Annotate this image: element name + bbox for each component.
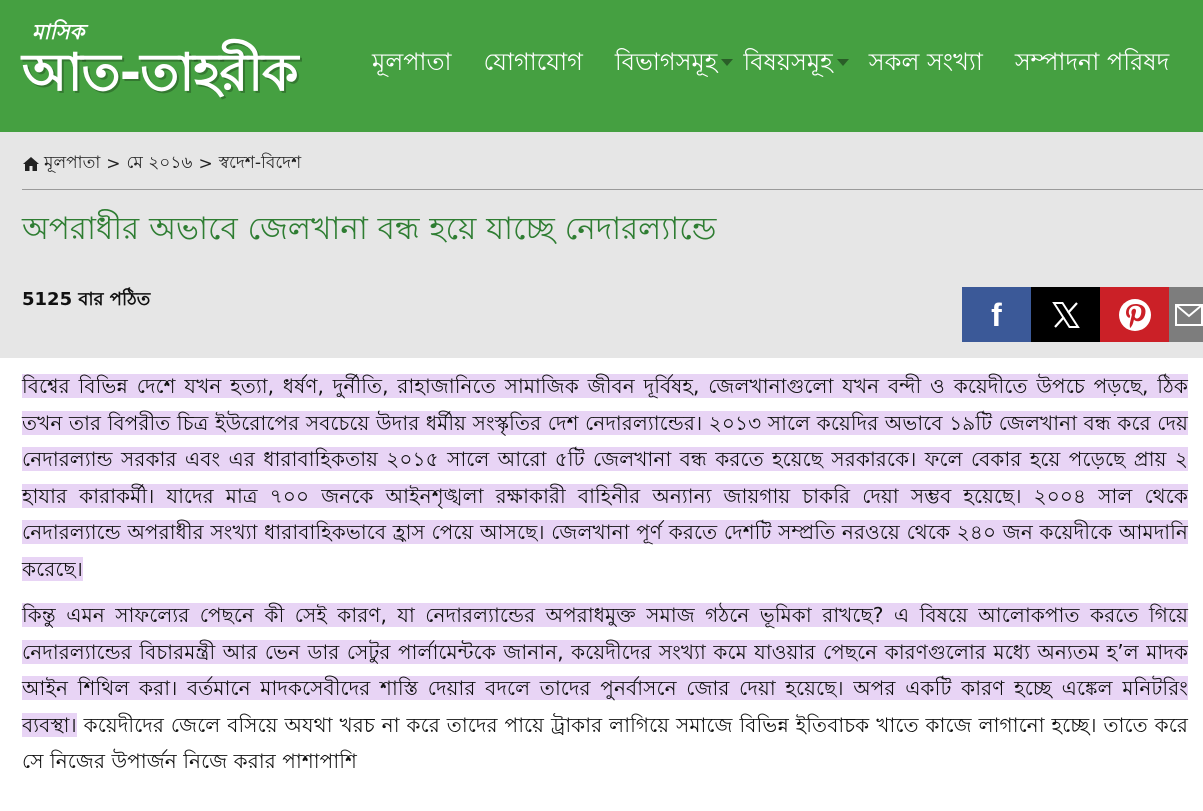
nav-item-contact[interactable]: যোগাযোগ — [483, 44, 582, 80]
nav-item-label: যোগাযোগ — [483, 48, 583, 76]
nav-item-label: বিষয়সমূহ — [743, 48, 833, 76]
share-pinterest-button[interactable] — [1100, 287, 1169, 342]
share-x-button[interactable] — [1031, 287, 1100, 342]
article-text: কয়েদীদের জেলে বসিয়ে অযথা খরচ না করে তা… — [22, 712, 1188, 774]
breadcrumb: মূলপাতা > মে ২০১৬ > স্বদেশ-বিদেশ — [22, 150, 301, 178]
nav-item-editorial-board[interactable]: সম্পাদনা পরিষদ — [1015, 44, 1169, 80]
article-title: অপরাধীর অভাবে জেলখানা বন্ধ হয়ে যাচ্ছে ন… — [22, 211, 717, 247]
breadcrumb-issue-link[interactable]: মে ২০১৬ — [127, 150, 193, 178]
breadcrumb-divider — [22, 189, 1203, 190]
breadcrumb-separator: > — [106, 154, 121, 174]
nav-item-sections[interactable]: বিভাগসমূহ — [615, 44, 734, 80]
caret-down-icon — [836, 58, 849, 66]
article-body: বিশ্বের বিভিন্ন দেশে যখন হত্যা, ধর্ষণ, দ… — [22, 368, 1188, 790]
site-header: মাসিক আত-তাহরীক মূলপাতা যোগাযোগ বিভাগসমূ… — [0, 0, 1203, 132]
facebook-icon: f — [991, 296, 1002, 333]
pinterest-icon — [1118, 298, 1151, 331]
article-paragraph: কিন্তু এমন সাফল্যের পেছনে কী সেই কারণ, য… — [22, 597, 1188, 780]
site-logo[interactable]: মাসিক আত-তাহরীক — [20, 12, 350, 112]
nav-item-home[interactable]: মূলপাতা — [372, 44, 451, 80]
breadcrumb-separator: > — [198, 154, 213, 174]
nav-item-label: মূলপাতা — [372, 48, 452, 76]
x-icon — [1051, 301, 1080, 328]
email-icon — [1175, 303, 1203, 326]
nav-item-label: সম্পাদনা পরিষদ — [1014, 48, 1170, 76]
nav-item-label: সকল সংখ্যা — [868, 48, 983, 76]
caret-down-icon — [721, 58, 734, 66]
highlighted-text: বিশ্বের বিভিন্ন দেশে যখন হত্যা, ধর্ষণ, দ… — [22, 374, 1188, 581]
home-icon — [23, 157, 39, 171]
article-paragraph: বিশ্বের বিভিন্ন দেশে যখন হত্যা, ধর্ষণ, দ… — [22, 368, 1188, 587]
view-count: 5125 বার পঠিত — [22, 289, 151, 310]
breadcrumb-home-link[interactable]: মূলপাতা — [44, 150, 100, 178]
main-nav: মূলপাতা যোগাযোগ বিভাগসমূহ বিষয়সমূহ সকল … — [372, 44, 1169, 80]
logo-title: আত-তাহরীক — [22, 43, 299, 103]
share-email-button[interactable] — [1169, 287, 1203, 342]
nav-item-topics[interactable]: বিষয়সমূহ — [743, 44, 849, 80]
share-facebook-button[interactable]: f — [962, 287, 1031, 342]
nav-item-all-issues[interactable]: সকল সংখ্যা — [869, 44, 983, 80]
nav-item-label: বিভাগসমূহ — [614, 48, 718, 76]
breadcrumb-section-link[interactable]: স্বদেশ-বিদেশ — [219, 150, 301, 178]
